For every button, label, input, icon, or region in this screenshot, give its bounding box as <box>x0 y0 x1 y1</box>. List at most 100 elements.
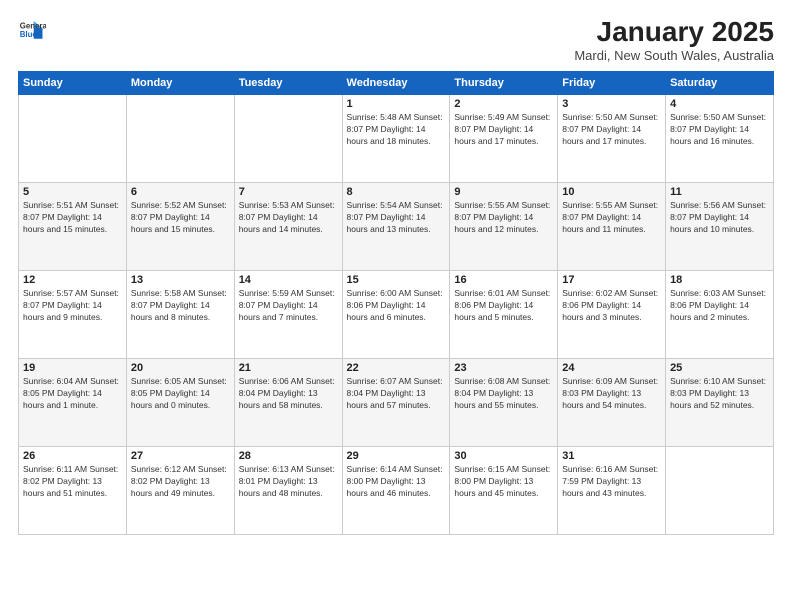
table-row: 17Sunrise: 6:02 AM Sunset: 8:06 PM Dayli… <box>558 271 666 359</box>
header-monday: Monday <box>126 72 234 95</box>
day-info: Sunrise: 5:55 AM Sunset: 8:07 PM Dayligh… <box>454 200 553 236</box>
day-number: 30 <box>454 450 553 462</box>
table-row: 19 Sunrise: 6:04 AM Sunset: 8:05 PM Dayli… <box>19 359 127 447</box>
table-row: 11Sunrise: 5:56 AM Sunset: 8:07 PM Dayli… <box>666 183 774 271</box>
day-info: Sunrise: 5:53 AM Sunset: 8:07 PM Dayligh… <box>239 200 338 236</box>
day-info: Sunrise: 5:50 AM Sunset: 8:07 PM Dayligh… <box>562 112 661 148</box>
header-wednesday: Wednesday <box>342 72 450 95</box>
day-number: 16 <box>454 274 553 286</box>
header-thursday: Thursday <box>450 72 558 95</box>
day-number: 27 <box>131 450 230 462</box>
table-row: 27 Sunrise: 6:12 AM Sunset: 8:02 PM Dayli… <box>126 447 234 535</box>
header-tuesday: Tuesday <box>234 72 342 95</box>
day-number: 3 <box>562 98 661 110</box>
table-row: 9Sunrise: 5:55 AM Sunset: 8:07 PM Daylig… <box>450 183 558 271</box>
table-row <box>126 95 234 183</box>
day-number: 5 <box>23 186 122 198</box>
day-info: Sunrise: 5:52 AM Sunset: 8:07 PM Dayligh… <box>131 200 230 236</box>
day-number: 21 <box>239 362 338 374</box>
table-row: 22 Sunrise: 6:07 AM Sunset: 8:04 PM Dayli… <box>342 359 450 447</box>
table-row: 8 Sunrise: 5:54 AM Sunset: 8:07 PM Daylig… <box>342 183 450 271</box>
table-row: 23Sunrise: 6:08 AM Sunset: 8:04 PM Dayli… <box>450 359 558 447</box>
table-row: 6Sunrise: 5:52 AM Sunset: 8:07 PM Daylig… <box>126 183 234 271</box>
calendar-week-row: 26 Sunrise: 6:11 AM Sunset: 8:02 PM Dayli… <box>19 447 774 535</box>
day-info: Sunrise: 5:58 AM Sunset: 8:07 PM Dayligh… <box>131 288 230 324</box>
day-info: Sunrise: 5:55 AM Sunset: 8:07 PM Dayligh… <box>562 200 661 236</box>
table-row: 13Sunrise: 5:58 AM Sunset: 8:07 PM Dayli… <box>126 271 234 359</box>
day-info: Sunrise: 6:06 AM Sunset: 8:04 PM Dayligh… <box>239 376 338 412</box>
day-number: 23 <box>454 362 553 374</box>
day-info: Sunrise: 6:01 AM Sunset: 8:06 PM Dayligh… <box>454 288 553 324</box>
calendar-header-row: Sunday Monday Tuesday Wednesday Thursday… <box>19 72 774 95</box>
day-info: Sunrise: 5:57 AM Sunset: 8:07 PM Dayligh… <box>23 288 122 324</box>
table-row <box>234 95 342 183</box>
calendar-table: Sunday Monday Tuesday Wednesday Thursday… <box>18 71 774 535</box>
calendar-week-row: 19 Sunrise: 6:04 AM Sunset: 8:05 PM Dayli… <box>19 359 774 447</box>
calendar-week-row: 12 Sunrise: 5:57 AM Sunset: 8:07 PM Dayli… <box>19 271 774 359</box>
table-row <box>19 95 127 183</box>
table-row: 2 Sunrise: 5:49 AM Sunset: 8:07 PM Daylig… <box>450 95 558 183</box>
table-row: 25Sunrise: 6:10 AM Sunset: 8:03 PM Dayli… <box>666 359 774 447</box>
day-info: Sunrise: 6:14 AM Sunset: 8:00 PM Dayligh… <box>347 464 446 500</box>
day-info: Sunrise: 6:07 AM Sunset: 8:04 PM Dayligh… <box>347 376 446 412</box>
day-info: Sunrise: 5:56 AM Sunset: 8:07 PM Dayligh… <box>670 200 769 236</box>
header-sunday: Sunday <box>19 72 127 95</box>
table-row: 26 Sunrise: 6:11 AM Sunset: 8:02 PM Dayli… <box>19 447 127 535</box>
table-row: 20 Sunrise: 6:05 AM Sunset: 8:05 PM Dayli… <box>126 359 234 447</box>
day-number: 4 <box>670 98 769 110</box>
table-row: 12 Sunrise: 5:57 AM Sunset: 8:07 PM Dayli… <box>19 271 127 359</box>
day-number: 1 <box>347 98 446 110</box>
day-number: 10 <box>562 186 661 198</box>
title-block: January 2025 Mardi, New South Wales, Aus… <box>574 16 774 63</box>
day-number: 19 <box>23 362 122 374</box>
day-info: Sunrise: 5:59 AM Sunset: 8:07 PM Dayligh… <box>239 288 338 324</box>
table-row: 4 Sunrise: 5:50 AM Sunset: 8:07 PM Daylig… <box>666 95 774 183</box>
day-info: Sunrise: 6:02 AM Sunset: 8:06 PM Dayligh… <box>562 288 661 324</box>
table-row: 28Sunrise: 6:13 AM Sunset: 8:01 PM Dayli… <box>234 447 342 535</box>
day-number: 26 <box>23 450 122 462</box>
month-title: January 2025 <box>574 16 774 48</box>
day-number: 12 <box>23 274 122 286</box>
day-number: 8 <box>347 186 446 198</box>
table-row: 16 Sunrise: 6:01 AM Sunset: 8:06 PM Dayli… <box>450 271 558 359</box>
day-info: Sunrise: 6:03 AM Sunset: 8:06 PM Dayligh… <box>670 288 769 324</box>
day-number: 29 <box>347 450 446 462</box>
page: General Blue January 2025 Mardi, New Sou… <box>0 0 792 612</box>
header: General Blue January 2025 Mardi, New Sou… <box>18 16 774 63</box>
table-row: 1 Sunrise: 5:48 AM Sunset: 8:07 PM Daylig… <box>342 95 450 183</box>
table-row: 7 Sunrise: 5:53 AM Sunset: 8:07 PM Daylig… <box>234 183 342 271</box>
day-info: Sunrise: 6:16 AM Sunset: 7:59 PM Dayligh… <box>562 464 661 500</box>
day-info: Sunrise: 6:15 AM Sunset: 8:00 PM Dayligh… <box>454 464 553 500</box>
day-info: Sunrise: 5:50 AM Sunset: 8:07 PM Dayligh… <box>670 112 769 148</box>
day-info: Sunrise: 6:11 AM Sunset: 8:02 PM Dayligh… <box>23 464 122 500</box>
header-saturday: Saturday <box>666 72 774 95</box>
day-number: 7 <box>239 186 338 198</box>
table-row: 10 Sunrise: 5:55 AM Sunset: 8:07 PM Dayli… <box>558 183 666 271</box>
day-number: 18 <box>670 274 769 286</box>
table-row <box>666 447 774 535</box>
table-row: 3 Sunrise: 5:50 AM Sunset: 8:07 PM Daylig… <box>558 95 666 183</box>
day-info: Sunrise: 5:49 AM Sunset: 8:07 PM Dayligh… <box>454 112 553 148</box>
day-info: Sunrise: 5:54 AM Sunset: 8:07 PM Dayligh… <box>347 200 446 236</box>
table-row: 15 Sunrise: 6:00 AM Sunset: 8:06 PM Dayli… <box>342 271 450 359</box>
day-info: Sunrise: 6:00 AM Sunset: 8:06 PM Dayligh… <box>347 288 446 324</box>
day-number: 24 <box>562 362 661 374</box>
day-info: Sunrise: 5:48 AM Sunset: 8:07 PM Dayligh… <box>347 112 446 148</box>
day-number: 28 <box>239 450 338 462</box>
day-number: 22 <box>347 362 446 374</box>
day-number: 25 <box>670 362 769 374</box>
day-number: 15 <box>347 274 446 286</box>
table-row: 21 Sunrise: 6:06 AM Sunset: 8:04 PM Dayli… <box>234 359 342 447</box>
day-info: Sunrise: 5:51 AM Sunset: 8:07 PM Dayligh… <box>23 200 122 236</box>
table-row: 24Sunrise: 6:09 AM Sunset: 8:03 PM Dayli… <box>558 359 666 447</box>
day-info: Sunrise: 6:12 AM Sunset: 8:02 PM Dayligh… <box>131 464 230 500</box>
table-row: 5 Sunrise: 5:51 AM Sunset: 8:07 PM Daylig… <box>19 183 127 271</box>
day-info: Sunrise: 6:05 AM Sunset: 8:05 PM Dayligh… <box>131 376 230 412</box>
day-number: 20 <box>131 362 230 374</box>
day-number: 2 <box>454 98 553 110</box>
table-row: 29 Sunrise: 6:14 AM Sunset: 8:00 PM Dayli… <box>342 447 450 535</box>
logo: General Blue <box>18 16 50 44</box>
table-row: 30 Sunrise: 6:15 AM Sunset: 8:00 PM Dayli… <box>450 447 558 535</box>
location-subtitle: Mardi, New South Wales, Australia <box>574 48 774 63</box>
day-info: Sunrise: 6:04 AM Sunset: 8:05 PM Dayligh… <box>23 376 122 412</box>
